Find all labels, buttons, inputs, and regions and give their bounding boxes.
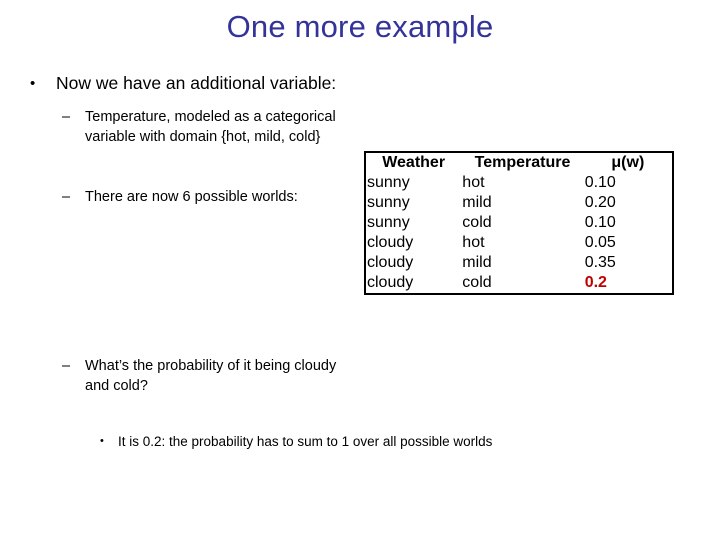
- cell-temperature: hot: [462, 234, 485, 251]
- cell-temperature: mild: [462, 254, 492, 271]
- table-row: sunny cold 0.10: [366, 213, 672, 233]
- table-row: sunny mild 0.20: [366, 193, 672, 213]
- cell-mu: 0.05: [584, 234, 616, 251]
- bullet-marker-dash: –: [62, 109, 71, 125]
- cell-mu: 0.10: [584, 214, 616, 231]
- bullet-marker-disc: •: [30, 75, 36, 92]
- table-row: sunny hot 0.10: [366, 173, 672, 193]
- page-title: One more example: [226, 9, 494, 44]
- bullet-answer-sum-to-one: • It is 0.2: the probability has to sum …: [100, 432, 700, 451]
- cell-temperature: hot: [462, 174, 485, 191]
- bullet-text: Temperature, modeled as a categorical va…: [85, 109, 336, 145]
- cell-weather: sunny: [367, 174, 410, 191]
- cell-weather: cloudy: [367, 234, 414, 251]
- column-header-temperature: Temperature: [474, 154, 571, 171]
- cell-mu: 0.2: [584, 274, 607, 291]
- cell-weather: cloudy: [367, 274, 414, 291]
- bullet-marker-dash: –: [62, 189, 71, 205]
- table-header-row: Weather Temperature μ(w): [366, 153, 672, 173]
- cell-mu: 0.20: [584, 194, 616, 211]
- bullet-now-we-have: • Now we have an additional variable:: [30, 72, 550, 95]
- cell-temperature: cold: [462, 214, 492, 231]
- bullet-marker-disc: •: [100, 435, 104, 447]
- slide-canvas: One more example • Now we have an additi…: [0, 0, 720, 540]
- cell-temperature: mild: [462, 194, 492, 211]
- table-row: cloudy hot 0.05: [366, 233, 672, 253]
- bullet-text: It is 0.2: the probability has to sum to…: [118, 434, 493, 449]
- cell-weather: sunny: [367, 194, 410, 211]
- cell-mu: 0.35: [584, 254, 616, 271]
- possible-worlds-table: Weather Temperature μ(w) sunny hot 0.10 sun…: [364, 151, 674, 295]
- bullet-possible-worlds: – There are now 6 possible worlds:: [62, 187, 332, 207]
- cell-weather: sunny: [367, 214, 410, 231]
- cell-weather: cloudy: [367, 254, 414, 271]
- bullet-text: What’s the probability of it being cloud…: [85, 358, 337, 394]
- table-row: cloudy cold 0.2: [366, 273, 672, 293]
- bullet-text: Now we have an additional variable:: [56, 73, 337, 93]
- table-row: cloudy mild 0.35: [366, 253, 672, 273]
- column-header-mu: μ(w): [611, 154, 645, 171]
- column-header-weather: Weather: [382, 154, 446, 171]
- cell-mu: 0.10: [584, 174, 616, 191]
- bullet-marker-dash: –: [62, 358, 71, 374]
- bullet-question-cloudy-cold: – What’s the probability of it being clo…: [62, 356, 352, 396]
- cell-temperature: cold: [462, 274, 492, 291]
- bullet-temperature-variable: – Temperature, modeled as a categorical …: [62, 107, 367, 147]
- bullet-text: There are now 6 possible worlds:: [85, 189, 298, 205]
